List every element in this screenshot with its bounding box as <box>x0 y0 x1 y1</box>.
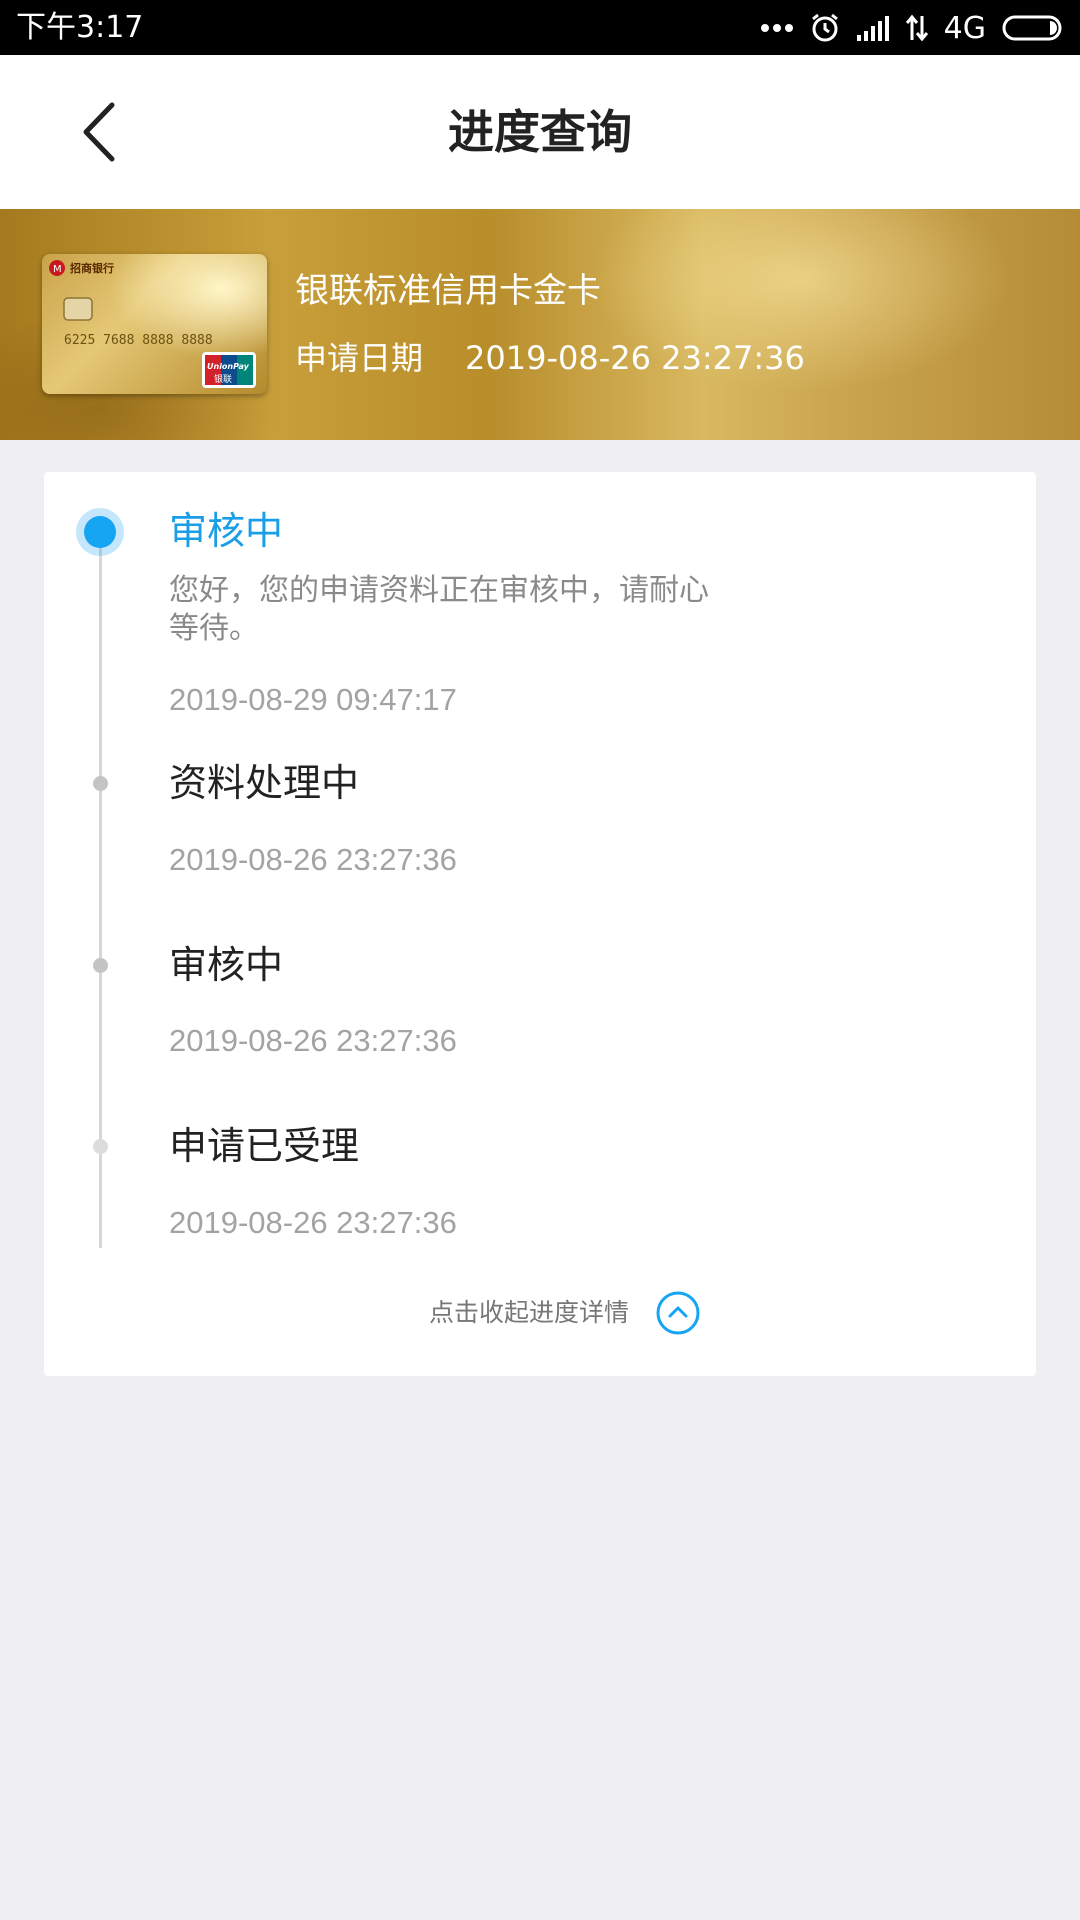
status-icons: 4G <box>760 8 1066 48</box>
collapse-label[interactable]: 点击收起进度详情 <box>429 1296 629 1330</box>
more-dots-icon <box>760 24 793 32</box>
timeline-dot <box>93 1139 108 1154</box>
status-time: 下午3:17 <box>16 10 144 45</box>
apply-date-value: 2019-08-26 23:27:36 <box>465 339 805 377</box>
card-banner: M 招商银行 6225 7688 8888 8888 UnionPay 银联 银… <box>0 209 1080 440</box>
timeline-dot <box>93 776 108 791</box>
status-bar: 下午3:17 4G <box>0 0 1080 55</box>
battery-icon <box>1002 15 1062 41</box>
signal-icon <box>856 16 889 41</box>
collapse-details-button[interactable]: 点击收起进度详情 <box>44 1288 1036 1338</box>
step-title: 申请已受理 <box>169 1124 360 1168</box>
step-time: 2019-08-26 23:27:36 <box>169 1205 457 1240</box>
card-name: 银联标准信用卡金卡 <box>295 271 601 311</box>
progress-card: 审核中 您好，您的申请资料正在审核中，请耐心等待。 2019-08-29 09:… <box>44 472 1036 1376</box>
timeline-dot <box>93 958 108 973</box>
credit-card-image: M 招商银行 6225 7688 8888 8888 UnionPay 银联 <box>42 254 267 394</box>
card-bank-name: 招商银行 <box>70 261 114 275</box>
step-description: 您好，您的申请资料正在审核中，请耐心等待。 <box>169 573 709 646</box>
chevron-up-circle-icon[interactable] <box>655 1290 701 1336</box>
step-time: 2019-08-26 23:27:36 <box>169 1023 457 1058</box>
card-brand: UnionPay <box>207 362 250 371</box>
card-brand-cn: 银联 <box>214 373 232 385</box>
network-type: 4G <box>943 10 986 46</box>
data-transfer-icon <box>905 14 928 42</box>
step-title: 审核中 <box>169 943 284 987</box>
card-number: 6225 7688 8888 8888 <box>64 333 213 348</box>
step-time: 2019-08-29 09:47:17 <box>169 682 457 717</box>
apply-date-label: 申请日期 <box>295 339 424 377</box>
nav-bar: 进度查询 <box>0 55 1080 209</box>
page-title: 进度查询 <box>448 105 632 159</box>
step-title: 资料处理中 <box>169 761 360 805</box>
step-title: 审核中 <box>169 509 284 553</box>
svg-text:M: M <box>53 264 62 275</box>
apply-date-row: 申请日期 2019-08-26 23:27:36 <box>295 337 805 379</box>
timeline-dot-active <box>76 508 124 556</box>
alarm-icon <box>811 13 838 42</box>
step-time: 2019-08-26 23:27:36 <box>169 842 457 877</box>
